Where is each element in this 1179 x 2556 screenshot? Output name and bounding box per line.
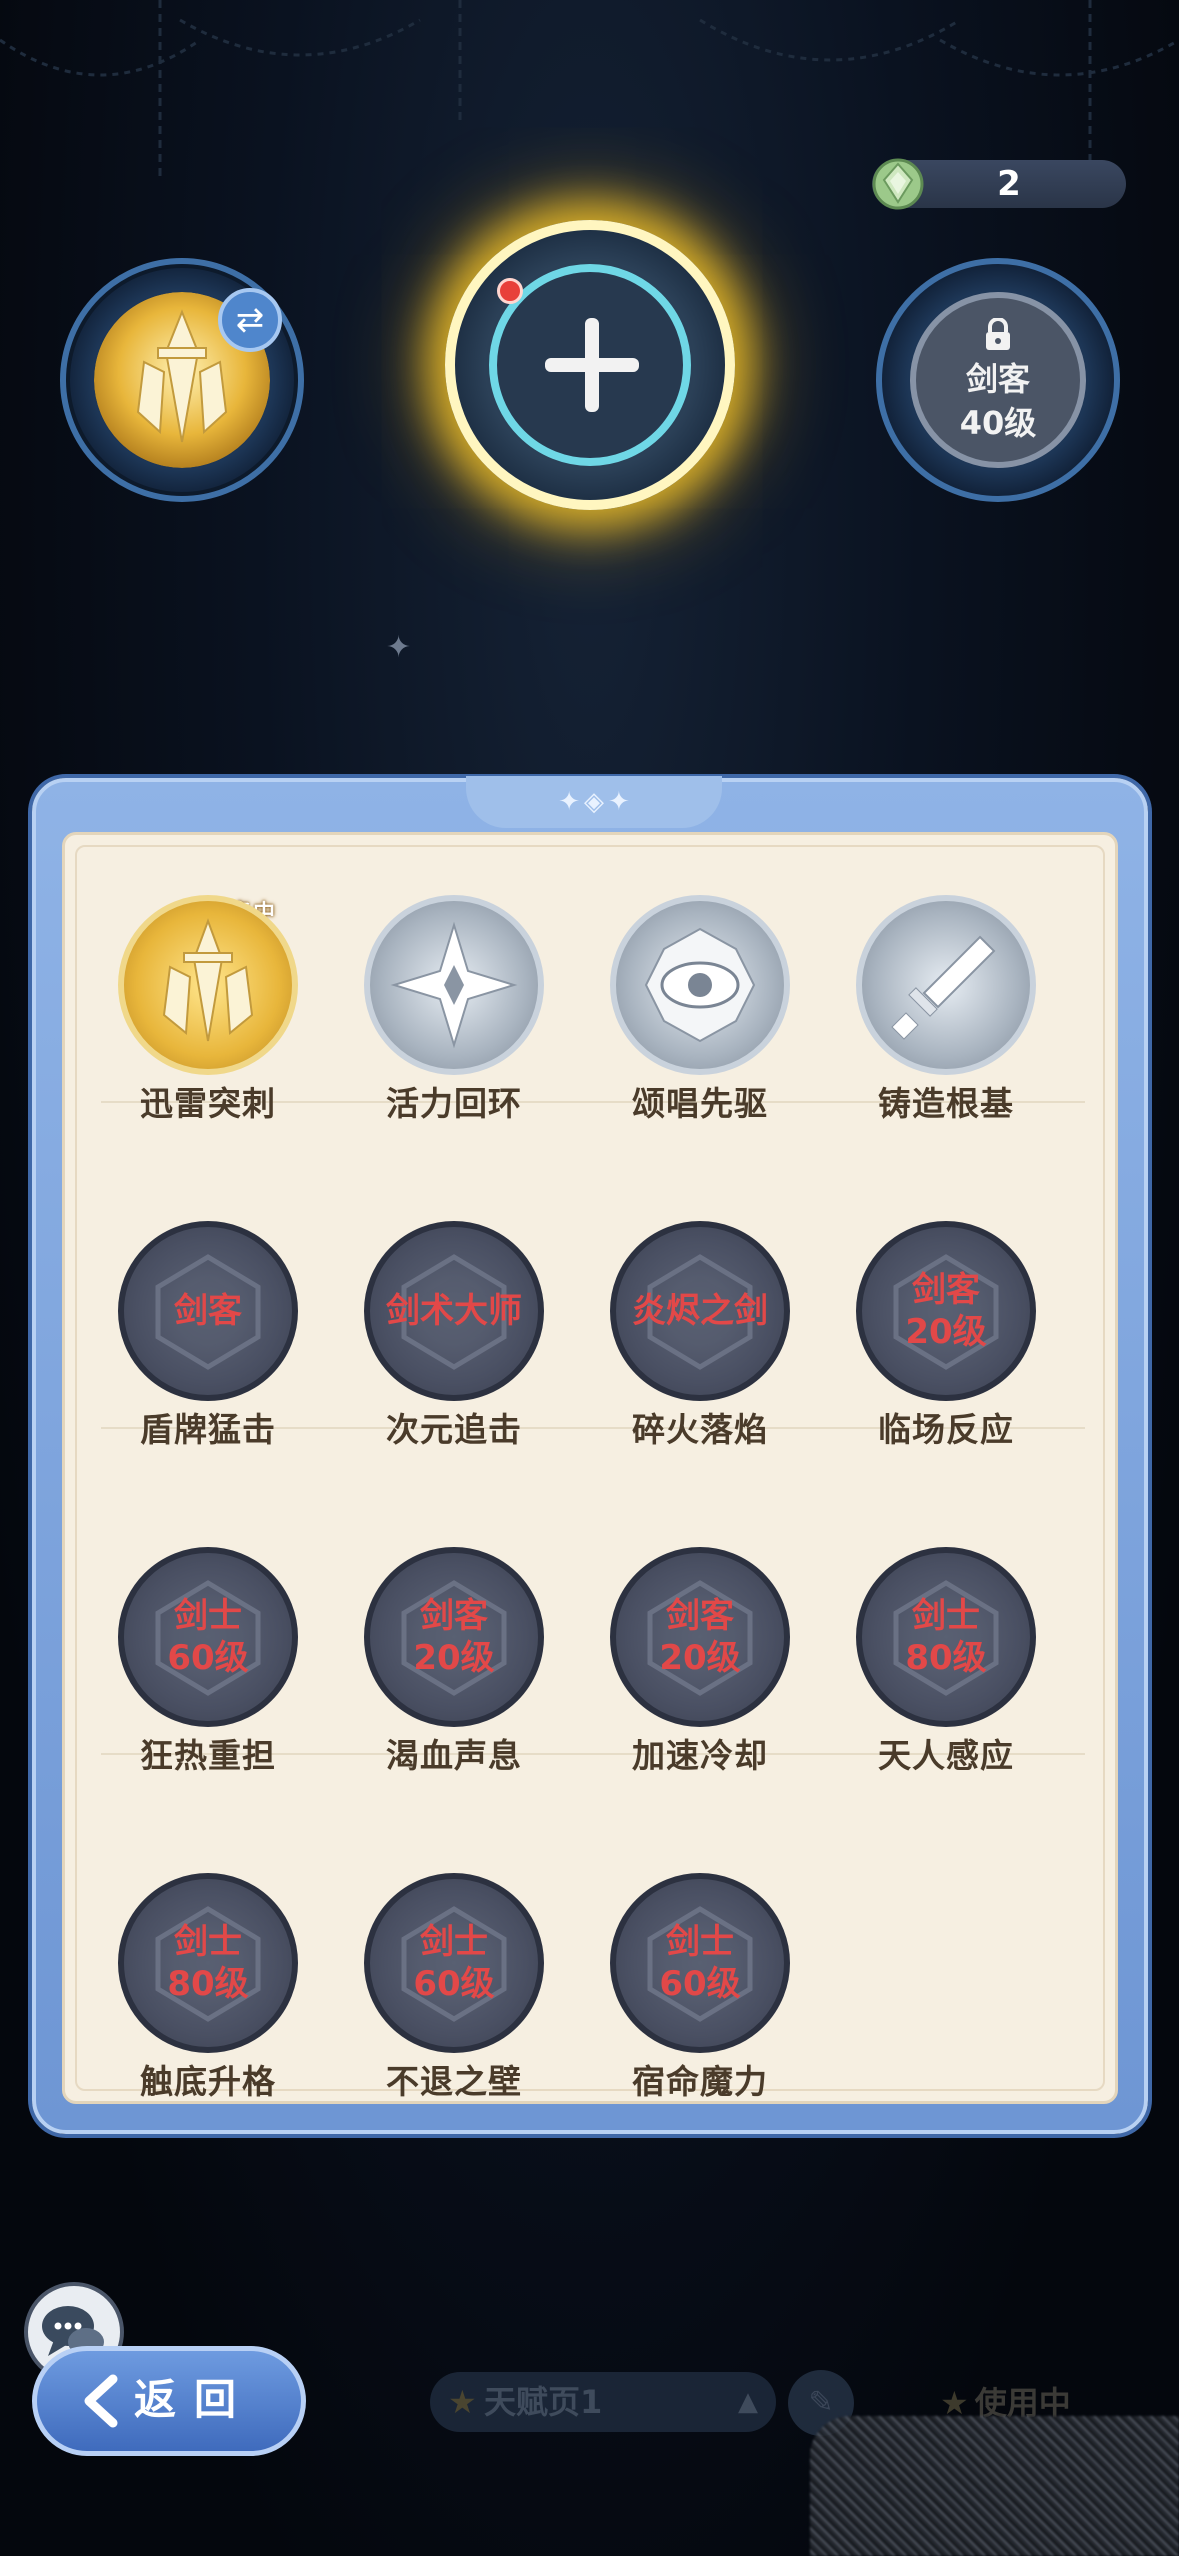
skill-name: 迅雷突刺 — [140, 1084, 276, 1123]
back-button[interactable]: 返回 — [32, 2346, 306, 2456]
skill-name: 盾牌猛击 — [140, 1410, 276, 1449]
skill-requirement: 剑士 80级 — [167, 1922, 249, 2004]
skill-item[interactable]: 剑士 80级触底升格 — [113, 1873, 303, 2101]
skill-item[interactable]: 剑客 盾牌猛击 — [113, 1221, 303, 1451]
locked-skill-medal-icon: 剑客 20级 — [856, 1221, 1036, 1401]
sword-medal-icon — [856, 895, 1036, 1075]
skill-name: 渴血声息 — [386, 1736, 522, 1775]
skill-item[interactable]: 剑士 60级不退之壁 — [359, 1873, 549, 2101]
skill-name: 活力回环 — [386, 1084, 522, 1123]
skill-item[interactable]: 剑客 20级渴血声息 — [359, 1547, 549, 1777]
equipped-skill-slot[interactable]: ⇄ — [60, 258, 304, 502]
swap-icon[interactable]: ⇄ — [218, 288, 282, 352]
skill-item[interactable]: 颂唱先驱 — [605, 895, 795, 1125]
locked-slot-face: 剑客 40级 — [910, 292, 1086, 468]
locked-skill-medal-icon: 剑士 80级 — [118, 1873, 298, 2053]
skill-item[interactable]: 剑术大师 次元追击 — [359, 1221, 549, 1451]
locked-skill-medal-icon: 剑士 60级 — [364, 1873, 544, 2053]
talent-screen: 2 ⇄ 剑客 40级 ✦ ✦◈✦ 迅雷突刺 活力回环 颂唱先驱 铸造根基 剑客 … — [0, 0, 1179, 2556]
skill-requirement: 剑客 20级 — [905, 1270, 987, 1352]
skill-name: 触底升格 — [140, 2062, 276, 2101]
locked-skill-medal-icon: 剑术大师 — [364, 1221, 544, 1401]
skill-name: 不退之壁 — [386, 2062, 522, 2101]
skill-requirement: 炎烬之剑 — [632, 1291, 768, 1331]
slot-requirement-class: 剑客 — [965, 360, 1030, 398]
talent-page-selector[interactable]: ★ 天赋页1 ▲ — [430, 2372, 776, 2432]
skill-item[interactable]: 活力回环 — [359, 895, 549, 1125]
skill-requirement: 剑术大师 — [386, 1291, 522, 1331]
skill-item[interactable]: 铸造根基 — [851, 895, 1041, 1125]
skill-item[interactable]: 装备中迅雷突刺 — [113, 895, 303, 1125]
skill-name: 临场反应 — [878, 1410, 1014, 1449]
dropdown-triangle-icon: ▲ — [738, 2387, 758, 2417]
locked-skill-medal-icon: 炎烬之剑 — [610, 1221, 790, 1401]
skill-item[interactable]: 炎烬之剑 碎火落焰 — [605, 1221, 795, 1451]
notification-dot — [497, 278, 523, 304]
skill-requirement: 剑客 — [174, 1291, 242, 1331]
skill-item[interactable]: 剑士 60级狂热重担 — [113, 1547, 303, 1777]
skill-item[interactable]: 剑士 80级天人感应 — [851, 1547, 1041, 1777]
skill-item[interactable]: 剑士 60级宿命魔力 — [605, 1873, 795, 2101]
skill-item[interactable]: 剑客 20级加速冷却 — [605, 1547, 795, 1777]
lock-icon — [986, 318, 1010, 350]
slot-requirement-level: 40级 — [959, 404, 1037, 442]
locked-skill-medal-icon: 剑客 — [118, 1221, 298, 1401]
skill-name: 狂热重担 — [140, 1736, 276, 1775]
skill-name: 碎火落焰 — [632, 1410, 768, 1449]
skill-requirement: 剑客 20级 — [659, 1596, 741, 1678]
resource-counter: 2 — [872, 158, 1126, 210]
sparkle-icon: ✦ — [386, 630, 412, 665]
plus-icon-bar — [545, 358, 639, 372]
skills-grid: 装备中迅雷突刺活力回环颂唱先驱铸造根基剑客盾牌猛击剑术大师次元追击炎烬之剑碎火落… — [62, 832, 1118, 2104]
skill-name: 宿命魔力 — [632, 2062, 768, 2101]
locked-skill-medal-icon: 剑客 20级 — [364, 1547, 544, 1727]
back-button-label: 返回 — [133, 2375, 254, 2424]
skill-name: 天人感应 — [878, 1736, 1014, 1775]
skill-requirement: 剑客 20级 — [413, 1596, 495, 1678]
star-icon: ★ — [448, 2383, 477, 2421]
back-arrow-icon — [84, 2374, 118, 2428]
skill-requirement: 剑士 60级 — [659, 1922, 741, 2004]
locked-skill-slot[interactable]: 剑客 40级 — [876, 258, 1120, 502]
skill-requirement: 剑士 80级 — [905, 1596, 987, 1678]
panel-ornament-icon: ✦◈✦ — [558, 787, 634, 817]
skill-name: 加速冷却 — [632, 1736, 768, 1775]
eye-medal-icon — [610, 895, 790, 1075]
star-medal-icon — [364, 895, 544, 1075]
skill-requirement: 剑士 60级 — [413, 1922, 495, 2004]
skill-name: 次元追击 — [386, 1410, 522, 1449]
locked-skill-medal-icon: 剑士 80级 — [856, 1547, 1036, 1727]
locked-skill-medal-icon: 剑士 60级 — [118, 1547, 298, 1727]
resource-count: 2 — [997, 164, 1021, 204]
locked-skill-medal-icon: 剑士 60级 — [610, 1873, 790, 2053]
skills-panel: ✦◈✦ 装备中迅雷突刺活力回环颂唱先驱铸造根基剑客盾牌猛击剑术大师次元追击炎烬之… — [32, 776, 1148, 2134]
skill-requirement: 剑士 60级 — [167, 1596, 249, 1678]
skill-item[interactable]: 剑客 20级临场反应 — [851, 1221, 1041, 1451]
talent-page-label: 天赋页1 — [484, 2383, 603, 2421]
skill-name: 铸造根基 — [878, 1084, 1014, 1123]
blurred-overlay — [810, 2416, 1179, 2556]
crystal-sword-medal-icon — [118, 895, 298, 1075]
skill-name: 颂唱先驱 — [632, 1084, 768, 1123]
add-skill-slot[interactable] — [445, 220, 735, 510]
locked-skill-medal-icon: 剑客 20级 — [610, 1547, 790, 1727]
